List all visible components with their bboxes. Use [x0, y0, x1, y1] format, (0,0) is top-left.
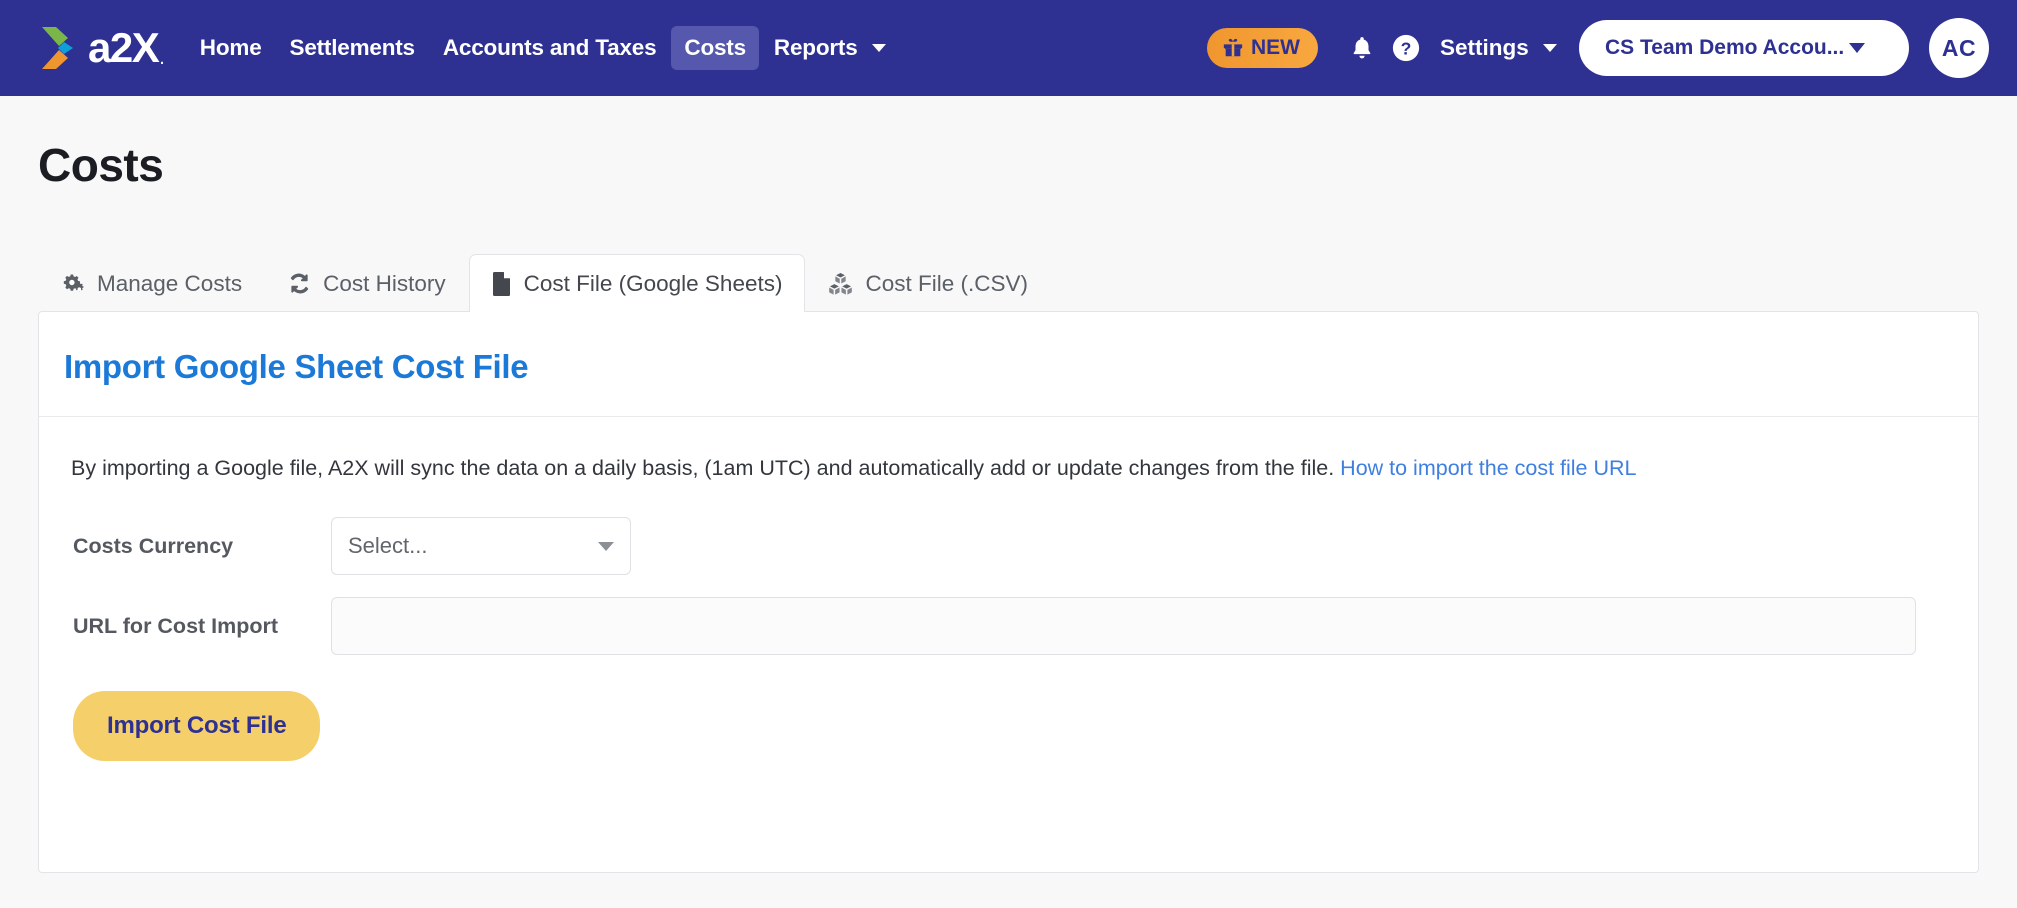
nav-link-costs[interactable]: Costs: [671, 26, 759, 70]
avatar[interactable]: AC: [1929, 18, 1989, 78]
new-feature-badge[interactable]: NEW: [1206, 28, 1318, 68]
settings-menu[interactable]: Settings: [1440, 35, 1557, 61]
tab-cost-file-csv-label: Cost File (.CSV): [865, 270, 1029, 296]
svg-text:?: ?: [1401, 39, 1412, 59]
import-cost-file-button[interactable]: Import Cost File: [73, 691, 321, 762]
page-title: Costs: [38, 139, 164, 191]
chevron-down-icon: [871, 44, 886, 52]
help-button[interactable]: ?: [1384, 26, 1428, 70]
sync-refresh-icon: [290, 273, 309, 294]
notifications-button[interactable]: [1340, 26, 1384, 70]
file-icon: [492, 271, 510, 296]
settings-label: Settings: [1439, 35, 1529, 60]
tab-cost-history[interactable]: Cost History: [265, 254, 469, 312]
page-container: Costs Manage Costs Cost History Cost Fil…: [0, 138, 2017, 873]
nav-link-accounts-and-taxes[interactable]: Accounts and Taxes: [430, 26, 670, 70]
card-header: Import Google Sheet Cost File: [39, 312, 1978, 417]
nav-link-reports[interactable]: Reports: [761, 26, 899, 70]
tab-cost-file-google-sheets[interactable]: Cost File (Google Sheets): [468, 254, 806, 312]
costs-currency-select[interactable]: Select...: [331, 517, 631, 576]
question-circle-icon: ?: [1392, 34, 1420, 62]
tab-manage-costs[interactable]: Manage Costs: [38, 254, 265, 312]
bell-icon: [1353, 37, 1371, 59]
account-selector[interactable]: CS Team Demo Accou...: [1579, 20, 1909, 76]
caret-down-icon: [1849, 43, 1866, 53]
gift-icon: [1223, 38, 1243, 57]
url-for-cost-import-row: URL for Cost Import: [71, 597, 1946, 656]
nav-link-accounts-and-taxes-label: Accounts and Taxes: [442, 35, 657, 60]
url-for-cost-import-label: URL for Cost Import: [73, 613, 279, 638]
a2x-logo[interactable]: a2X .: [38, 25, 165, 71]
nav-link-settlements-label: Settlements: [289, 35, 416, 60]
tab-cost-file-csv[interactable]: Cost File (.CSV): [805, 254, 1051, 312]
caret-down-icon: [598, 541, 614, 551]
avatar-initials: AC: [1941, 34, 1977, 61]
chevron-down-icon: [1543, 44, 1557, 52]
costs-currency-row: Costs Currency Select...: [71, 517, 1946, 576]
nav-link-home-label: Home: [199, 35, 262, 60]
nav-link-reports-label: Reports: [773, 35, 858, 60]
new-badge-label: NEW: [1250, 36, 1300, 59]
import-instructions-text: By importing a Google file, A2X will syn…: [71, 456, 1335, 480]
nav-link-costs-label: Costs: [684, 35, 746, 60]
card-body: By importing a Google file, A2X will syn…: [39, 417, 1978, 762]
tab-manage-costs-label: Manage Costs: [97, 270, 243, 296]
a2x-logo-text: a2X: [88, 24, 160, 71]
nav-link-home[interactable]: Home: [187, 26, 275, 70]
logo-registered-dot: .: [159, 47, 165, 69]
top-navigation-bar: a2X . Home Settlements Accounts and Taxe…: [0, 0, 2017, 96]
tab-cost-history-label: Cost History: [323, 270, 446, 296]
costs-tab-bar: Manage Costs Cost History Cost File (Goo…: [38, 254, 1979, 312]
card-title: Import Google Sheet Cost File: [64, 348, 529, 385]
cubes-icon: [829, 272, 853, 295]
account-name-label: CS Team Demo Accou...: [1605, 36, 1845, 59]
costs-currency-label: Costs Currency: [73, 533, 234, 558]
main-nav-links: Home Settlements Accounts and Taxes Cost…: [187, 26, 899, 70]
how-to-import-link[interactable]: How to import the cost file URL: [1340, 456, 1636, 480]
import-cost-file-card: Import Google Sheet Cost File By importi…: [38, 311, 1979, 873]
nav-link-settlements[interactable]: Settlements: [277, 26, 428, 70]
url-for-cost-import-input[interactable]: [331, 597, 1916, 656]
costs-currency-value: Select...: [348, 533, 428, 559]
import-instructions: By importing a Google file, A2X will syn…: [71, 453, 1946, 484]
cogs-icon: [63, 274, 84, 291]
a2x-chevron-logo-icon: [42, 27, 73, 69]
nav-right-group: NEW ? Settings CS Team Demo Accou... AC: [1206, 18, 1989, 78]
tab-cost-file-google-sheets-label: Cost File (Google Sheets): [523, 270, 783, 296]
